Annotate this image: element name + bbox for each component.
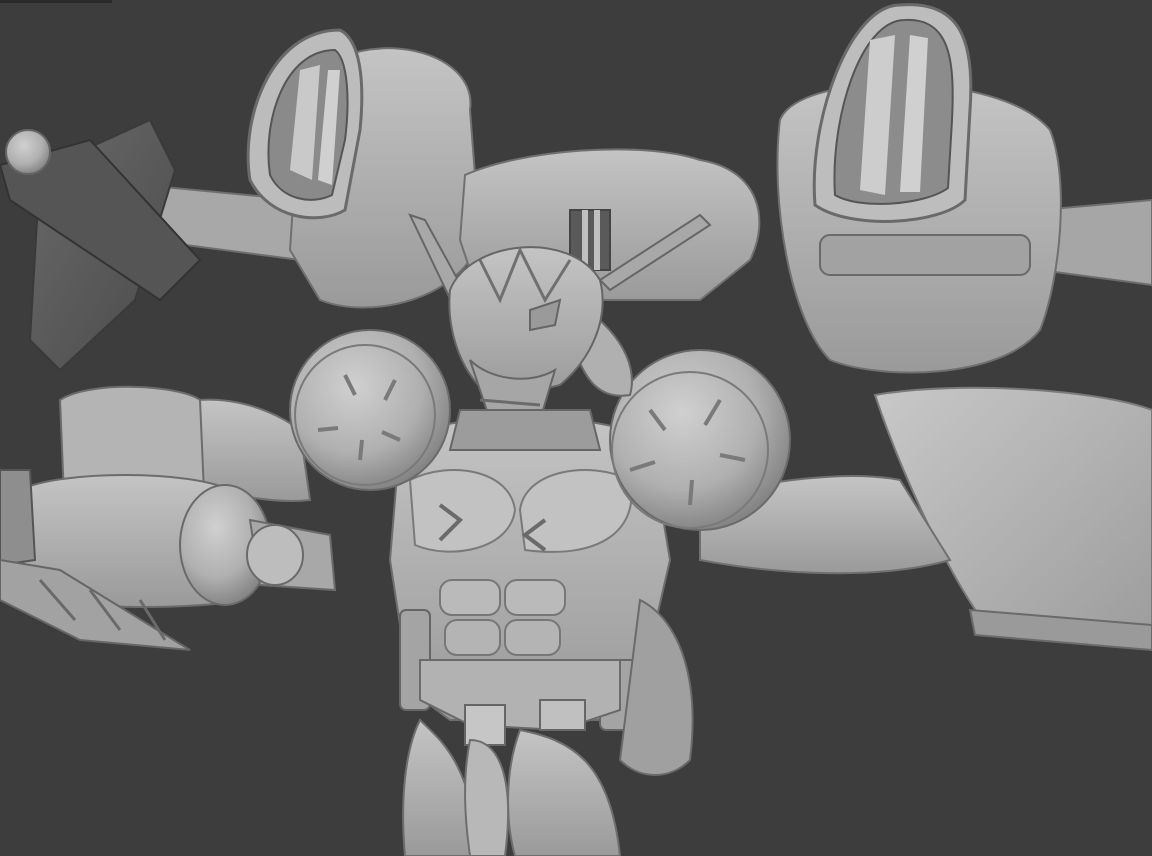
right-shoulder-pad [609,349,791,531]
viewport-render [0,3,1152,856]
legs [402,718,622,856]
left-shoulder-pad [289,329,451,491]
3d-viewport[interactable] [0,0,1152,856]
right-engine [776,3,1062,374]
